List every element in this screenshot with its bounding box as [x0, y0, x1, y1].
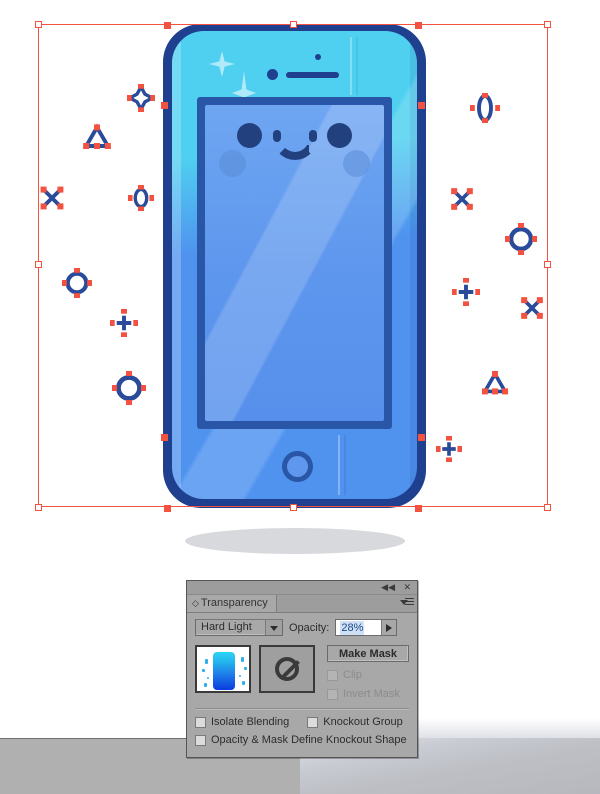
panel-tab-row: ◇ Transparency: [187, 595, 417, 613]
selection-bounding-box[interactable]: [35, 21, 551, 512]
object-thumbnail[interactable]: [195, 645, 251, 693]
opacity-value: 28%: [340, 621, 365, 635]
invert-mask-label: Invert Mask: [343, 688, 400, 700]
path-anchor-point[interactable]: [164, 505, 171, 512]
path-anchor-point[interactable]: [418, 102, 425, 109]
tab-grip-icon: ◇: [192, 598, 199, 608]
thumbnails-row: Make Mask Clip Invert Mask: [195, 645, 409, 700]
invert-mask-checkbox[interactable]: [327, 688, 338, 700]
knockout-options: Isolate Blending Knockout Group Opacity …: [195, 710, 409, 746]
clip-row: Clip: [327, 669, 409, 681]
object-thumbnail-image: [213, 652, 235, 690]
isolate-blending-label: Isolate Blending: [211, 716, 290, 728]
desktop-gradient-upper: [414, 690, 600, 738]
path-anchor-point[interactable]: [161, 434, 168, 441]
selection-handle-n[interactable]: [290, 21, 297, 28]
path-anchor-point[interactable]: [415, 505, 422, 512]
tab-transparency[interactable]: ◇ Transparency: [187, 595, 277, 612]
thumbnail-sparkle-dot: [242, 681, 245, 685]
opacity-mask-knockout-checkbox[interactable]: [195, 734, 206, 746]
opacity-mask-knockout-row: Opacity & Mask Define Knockout Shape: [195, 734, 409, 746]
selection-handle-w[interactable]: [35, 261, 42, 268]
opacity-label: Opacity:: [289, 621, 330, 634]
selection-handle-se[interactable]: [544, 504, 551, 511]
phone-drop-shadow: [185, 528, 405, 554]
no-mask-icon: [275, 657, 299, 681]
make-mask-button[interactable]: Make Mask: [327, 645, 409, 662]
path-anchor-point[interactable]: [164, 22, 171, 29]
application-window: ◀◀ ✕ ◇ Transparency Hard Light Opacity: 2…: [0, 0, 600, 794]
blend-mode-value: Hard Light: [201, 621, 252, 633]
invert-mask-row: Invert Mask: [327, 688, 409, 700]
opacity-stepper[interactable]: [381, 620, 397, 635]
panel-titlebar[interactable]: ◀◀ ✕: [187, 581, 417, 595]
knockout-group-checkbox[interactable]: [307, 716, 319, 728]
chevron-down-icon[interactable]: [265, 620, 282, 635]
mask-controls: Make Mask Clip Invert Mask: [323, 645, 409, 700]
thumbnail-sparkle-dot: [207, 677, 209, 679]
path-anchor-point[interactable]: [161, 102, 168, 109]
thumbnail-sparkle-dot: [204, 683, 207, 687]
thumbnail-sparkle-dot: [241, 657, 244, 662]
transparency-panel[interactable]: ◀◀ ✕ ◇ Transparency Hard Light Opacity: 2…: [186, 580, 418, 758]
selection-handle-sw[interactable]: [35, 504, 42, 511]
blend-opacity-row: Hard Light Opacity: 28%: [195, 619, 409, 636]
close-icon[interactable]: ✕: [403, 582, 411, 593]
selection-handle-e[interactable]: [544, 261, 551, 268]
clip-checkbox[interactable]: [327, 669, 338, 681]
thumbnail-sparkle-dot: [244, 667, 247, 670]
opacity-input[interactable]: 28%: [335, 619, 398, 636]
tab-transparency-label: Transparency: [200, 597, 268, 609]
clip-label: Clip: [343, 669, 362, 681]
panel-menu-icon[interactable]: [400, 598, 414, 609]
thumbnail-sparkle-dot: [202, 669, 205, 672]
knockout-group-label: Knockout Group: [323, 716, 403, 728]
blend-mode-select[interactable]: Hard Light: [195, 619, 283, 636]
selection-handle-ne[interactable]: [544, 21, 551, 28]
selection-handle-s[interactable]: [290, 504, 297, 511]
isolate-blending-checkbox[interactable]: [195, 716, 206, 728]
path-anchor-point[interactable]: [418, 434, 425, 441]
opacity-mask-knockout-label: Opacity & Mask Define Knockout Shape: [211, 734, 407, 746]
panel-body: Hard Light Opacity: 28% Make Mask Clip I…: [187, 613, 417, 746]
mask-thumbnail[interactable]: [259, 645, 315, 693]
collapse-double-arrow-icon[interactable]: ◀◀: [381, 582, 395, 593]
path-anchor-point[interactable]: [415, 22, 422, 29]
thumbnail-sparkle-dot: [239, 675, 241, 677]
selection-handle-nw[interactable]: [35, 21, 42, 28]
panel-menu-bars: [405, 598, 414, 607]
thumbnail-sparkle-dot: [205, 659, 208, 664]
isolate-knockout-row: Isolate Blending Knockout Group: [195, 716, 409, 728]
